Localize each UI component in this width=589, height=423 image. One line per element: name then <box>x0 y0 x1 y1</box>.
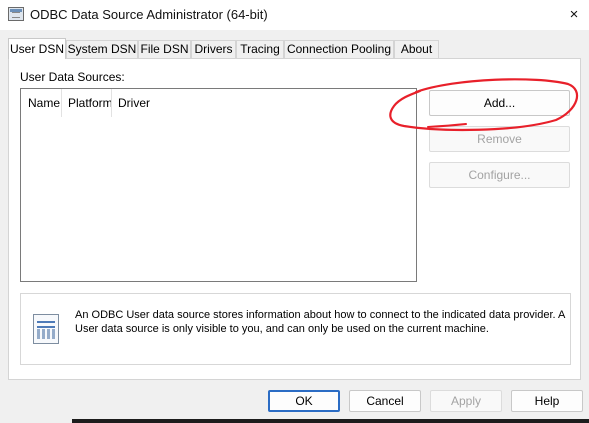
remove-button[interactable]: Remove <box>429 126 570 152</box>
tab-user-dsn[interactable]: User DSN <box>8 38 66 59</box>
configure-button[interactable]: Configure... <box>429 162 570 188</box>
help-button[interactable]: Help <box>511 390 583 412</box>
data-sources-document-icon <box>33 314 59 344</box>
window-title: ODBC Data Source Administrator (64-bit) <box>30 7 268 22</box>
info-box: An ODBC User data source stores informat… <box>20 293 571 365</box>
add-button[interactable]: Add... <box>429 90 570 116</box>
apply-button[interactable]: Apply <box>430 390 502 412</box>
tab-drivers[interactable]: Drivers <box>191 40 236 58</box>
column-header-platform[interactable]: Platform <box>68 96 113 110</box>
tab-file-dsn[interactable]: File DSN <box>138 40 191 58</box>
column-divider[interactable] <box>61 89 62 117</box>
ok-button[interactable]: OK <box>268 390 340 412</box>
title-bar: ODBC Data Source Administrator (64-bit) … <box>0 0 589 30</box>
cancel-button[interactable]: Cancel <box>349 390 421 412</box>
user-data-sources-list[interactable]: Name Platform Driver <box>20 88 417 282</box>
column-header-name[interactable]: Name <box>28 96 60 110</box>
tab-connection-pooling[interactable]: Connection Pooling <box>284 40 394 58</box>
tab-about[interactable]: About <box>394 40 439 58</box>
column-divider[interactable] <box>111 89 112 117</box>
tab-system-dsn[interactable]: System DSN <box>66 40 138 58</box>
column-header-driver[interactable]: Driver <box>118 96 150 110</box>
odbc-app-icon <box>8 7 24 21</box>
taskbar-edge <box>72 419 589 423</box>
close-icon[interactable]: × <box>562 4 586 26</box>
user-data-sources-label: User Data Sources: <box>20 70 125 84</box>
info-description: An ODBC User data source stores informat… <box>75 309 565 335</box>
tab-tracing[interactable]: Tracing <box>236 40 284 58</box>
